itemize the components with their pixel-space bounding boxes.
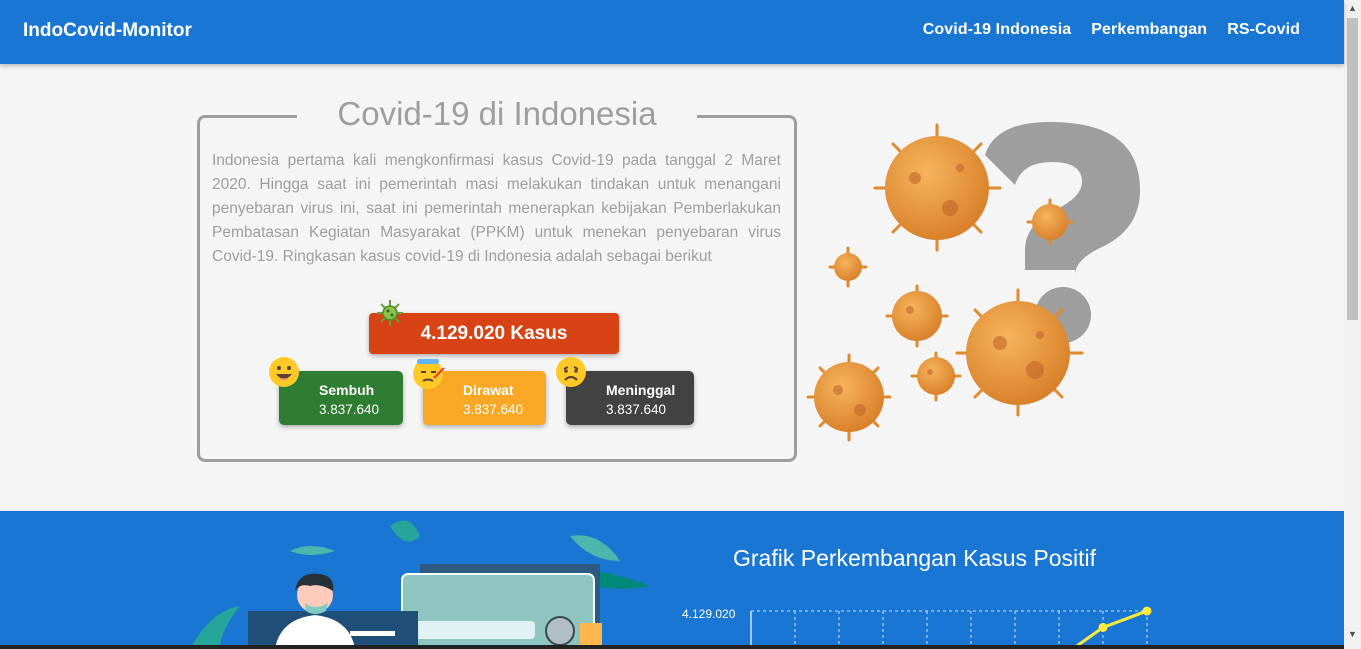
dirawat-value: 3.837.640	[463, 402, 524, 417]
virus-question-illustration	[806, 122, 1140, 442]
taskbar-edge	[0, 645, 1344, 649]
chart-point[interactable]	[1142, 606, 1152, 616]
nav-link-perkembangan[interactable]: Perkembangan	[1091, 21, 1207, 39]
sembuh-value: 3.837.640	[319, 402, 380, 417]
smile-emoji-icon	[269, 357, 299, 387]
total-cases-card: 4.129.020 Kasus	[369, 313, 619, 354]
sembuh-label: Sembuh	[319, 382, 375, 398]
chart-point[interactable]	[1098, 622, 1108, 632]
info-description: Indonesia pertama kali mengkonfirmasi ka…	[212, 152, 781, 265]
meninggal-value: 3.837.640	[606, 402, 667, 417]
info-title: Covid-19 di Indonesia	[297, 92, 697, 136]
virus-icon	[377, 300, 403, 326]
graph-title: Grafik Perkembangan Kasus Positif	[733, 545, 1097, 571]
arrow-down-icon[interactable]: ▼	[1344, 626, 1361, 643]
page-scrollbar[interactable]: ▲ ▼	[1344, 0, 1361, 649]
nav-link-rs-covid[interactable]: RS-Covid	[1227, 21, 1300, 39]
cases-line-chart	[750, 606, 1152, 649]
brand-logo[interactable]: IndoCovid-Monitor	[23, 20, 192, 42]
total-cases-value: 4.129.020 Kasus	[420, 323, 568, 344]
nav-link-covid-indonesia[interactable]: Covid-19 Indonesia	[923, 21, 1072, 39]
sad-emoji-icon	[556, 357, 586, 387]
nav-links: Covid-19 Indonesia Perkembangan RS-Covid	[923, 21, 1300, 39]
meninggal-label: Meninggal	[606, 382, 676, 398]
chart-grid	[750, 610, 1148, 649]
chart-y-tick: 4.129.020	[682, 607, 736, 621]
perkembangan-section: Grafik Perkembangan Kasus Positif 4.129.…	[0, 511, 1344, 649]
dirawat-label: Dirawat	[463, 382, 514, 398]
arrow-up-icon[interactable]: ▲	[1344, 0, 1361, 17]
sick-emoji-icon	[413, 359, 445, 389]
doctor-illustration	[190, 520, 650, 649]
navbar: IndoCovid-Monitor Covid-19 Indonesia Per…	[0, 0, 1344, 64]
scrollbar-thumb[interactable]	[1347, 18, 1358, 320]
